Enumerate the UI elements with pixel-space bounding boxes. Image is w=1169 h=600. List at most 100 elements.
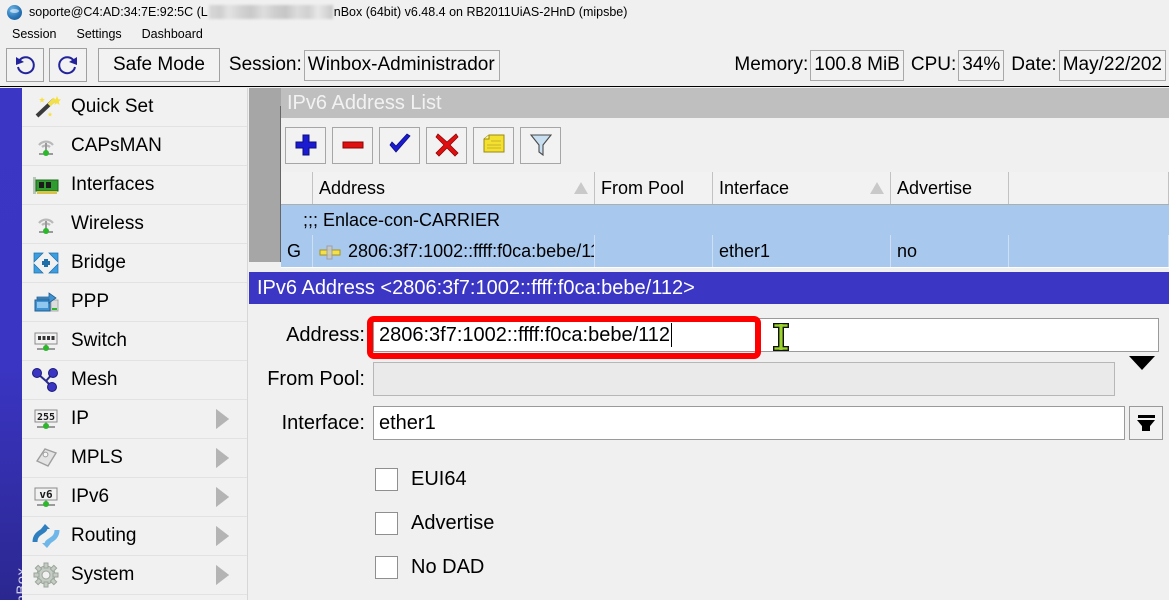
date-value: May/22/202 (1059, 50, 1166, 81)
list-window-gutter-top (249, 88, 281, 106)
date-label: Date: (1011, 54, 1056, 76)
list-window-gutter (249, 106, 281, 262)
arrow-down-bar-icon (1138, 415, 1155, 418)
column-header-flags[interactable] (281, 172, 313, 204)
no-dad-label: No DAD (411, 556, 484, 579)
filter-button[interactable] (520, 127, 561, 164)
interface-label: Interface: (249, 412, 365, 435)
table-comment-row[interactable]: ;;; Enlace-con-CARRIER (281, 205, 1169, 235)
table-comment-text: ;;; Enlace-con-CARRIER (303, 210, 500, 231)
session-label: Session: (229, 54, 302, 76)
column-header-interface-label: Interface (719, 178, 789, 199)
from-pool-input[interactable] (373, 362, 1115, 396)
undo-button[interactable] (6, 48, 44, 82)
column-header-address-label: Address (319, 178, 385, 199)
cell-address-text: 2806:3f7:1002::ffff:f0ca:bebe/112 (348, 241, 595, 262)
note-icon (481, 132, 507, 158)
remove-button[interactable] (332, 127, 373, 164)
eui64-label: EUI64 (411, 468, 467, 491)
window-title-prefix: soporte@C4:AD:34:7E:92:5C (L (29, 5, 208, 19)
list-window-title: IPv6 Address List (287, 92, 442, 115)
sidebar-label-capsman: CAPsMAN (71, 135, 162, 157)
checkbox-eui64[interactable]: EUI64 (375, 468, 467, 491)
from-pool-label: From Pool: (249, 368, 365, 391)
sidebar-label-ipv6: IPv6 (71, 486, 109, 508)
sidebar-item-interfaces[interactable]: Interfaces (22, 166, 247, 205)
routing-arrows-icon (29, 521, 63, 551)
address-input[interactable]: 2806:3f7:1002::ffff:f0ca:bebe/112 (373, 318, 1159, 352)
window-title-redacted (209, 5, 333, 19)
eui64-checkbox[interactable] (375, 468, 398, 491)
dynamic-address-icon (319, 244, 341, 259)
window-title-suffix: nBox (64bit) v6.48.4 on RB2011UiAS-2HnD … (334, 5, 628, 19)
checkbox-no-dad[interactable]: No DAD (375, 556, 484, 579)
sidebar-item-routing[interactable]: Routing (22, 517, 247, 556)
antenna-icon (29, 209, 63, 239)
ipv6-address-table: Address From Pool Interface Advertise ;;… (281, 172, 1169, 268)
menu-item-session[interactable]: Session (2, 25, 66, 44)
cell-from-pool (595, 235, 713, 267)
column-header-interface[interactable]: Interface (713, 172, 891, 204)
sidebar-label-ppp: PPP (71, 291, 109, 313)
address-input-value: 2806:3f7:1002::ffff:f0ca:bebe/112 (379, 324, 670, 347)
winbox-logo-icon (7, 5, 22, 20)
sidebar-item-ip[interactable]: 255 IP (22, 400, 247, 439)
from-pool-dropdown-button[interactable] (1129, 370, 1155, 388)
sidebar-label-interfaces: Interfaces (71, 174, 154, 196)
ipv6-address-dialog-title: IPv6 Address <2806:3f7:1002::ffff:f0ca:b… (257, 277, 695, 300)
svg-text:255: 255 (37, 412, 55, 423)
sidebar-item-wireless[interactable]: Wireless (22, 205, 247, 244)
chevron-right-icon (216, 565, 229, 585)
cell-address: 2806:3f7:1002::ffff:f0ca:bebe/112 (313, 235, 595, 267)
sort-indicator-icon (574, 182, 588, 194)
sidebar-item-ppp[interactable]: PPP (22, 283, 247, 322)
cpu-label: CPU: (911, 54, 956, 76)
column-header-advertise[interactable]: Advertise (891, 172, 1009, 204)
no-dad-checkbox[interactable] (375, 556, 398, 579)
text-ibeam-cursor-icon (772, 322, 790, 352)
text-caret (671, 323, 672, 347)
funnel-icon (528, 132, 554, 158)
table-row[interactable]: G 2806:3f7:1002::ffff:f0ca:bebe/112 ethe… (281, 235, 1169, 267)
add-button[interactable] (285, 127, 326, 164)
interface-input[interactable]: ether1 (373, 406, 1125, 440)
memory-value: 100.8 MiB (810, 50, 904, 81)
address-label: Address: (249, 324, 365, 347)
sidebar-item-bridge[interactable]: Bridge (22, 244, 247, 283)
sidebar-item-quick-set[interactable]: Quick Set (22, 88, 247, 127)
menu-item-dashboard[interactable]: Dashboard (132, 25, 213, 44)
sidebar-item-mpls[interactable]: MPLS (22, 439, 247, 478)
checkbox-advertise[interactable]: Advertise (375, 512, 494, 535)
advertise-checkbox[interactable] (375, 512, 398, 535)
check-icon (387, 132, 413, 158)
chevron-right-icon (216, 487, 229, 507)
sidebar-label-system: System (71, 564, 134, 586)
session-value[interactable]: Winbox-Administrador (304, 50, 500, 81)
column-header-extra[interactable] (1009, 172, 1169, 204)
sidebar-item-system[interactable]: System (22, 556, 247, 595)
winbox-window: soporte@C4:AD:34:7E:92:5C (L nBox (64bit… (0, 0, 1169, 600)
mpls-tag-icon (29, 443, 63, 473)
menubar: Session Settings Dashboard (0, 24, 1169, 44)
sidebar-label-ip: IP (71, 408, 89, 430)
enable-button[interactable] (379, 127, 420, 164)
ipv6-icon: v6 (29, 482, 63, 512)
column-header-from-pool[interactable]: From Pool (595, 172, 713, 204)
table-header-row: Address From Pool Interface Advertise (281, 172, 1169, 205)
menu-item-settings[interactable]: Settings (66, 25, 131, 44)
comment-button[interactable] (473, 127, 514, 164)
column-header-address[interactable]: Address (313, 172, 595, 204)
sidebar-label-mesh: Mesh (71, 369, 117, 391)
sidebar-item-ipv6[interactable]: v6 IPv6 (22, 478, 247, 517)
ipv6-address-dialog-body: Address: 2806:3f7:1002::ffff:f0ca:bebe/1… (249, 304, 1169, 600)
sidebar-item-switch[interactable]: Switch (22, 322, 247, 361)
winbox-side-strip: nBox (0, 88, 22, 600)
sidebar-item-mesh[interactable]: Mesh (22, 361, 247, 400)
sidebar-item-capsman[interactable]: CAPsMAN (22, 127, 247, 166)
ipv6-address-dialog-titlebar: IPv6 Address <2806:3f7:1002::ffff:f0ca:b… (249, 272, 1169, 304)
safe-mode-button[interactable]: Safe Mode (98, 48, 220, 82)
disable-button[interactable] (426, 127, 467, 164)
interface-dropdown-button[interactable] (1129, 406, 1163, 440)
redo-button[interactable] (49, 48, 87, 82)
undo-arrow-icon (13, 53, 37, 77)
